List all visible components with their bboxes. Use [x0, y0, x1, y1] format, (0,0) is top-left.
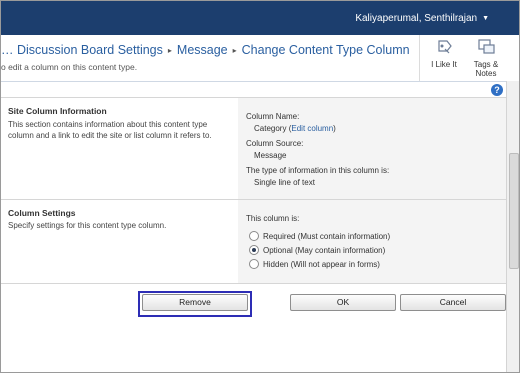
- section-description: This section contains information about …: [8, 120, 212, 140]
- page-title: Change Content Type Column: [241, 43, 410, 57]
- breadcrumb-separator-icon: ▸: [167, 46, 172, 55]
- i-like-it-label: I Like It: [431, 60, 457, 69]
- section-title: Site Column Information: [8, 106, 107, 116]
- radio-optional[interactable]: Optional (May contain information): [249, 245, 385, 255]
- breadcrumb: … Discussion Board Settings ▸ Message ▸ Chan…: [1, 43, 410, 57]
- remove-button[interactable]: Remove: [142, 294, 248, 311]
- page-subtitle: o edit a column on this content type.: [1, 62, 138, 72]
- ok-button[interactable]: OK: [290, 294, 396, 311]
- social-actions: I Like It Tags & Notes: [419, 35, 508, 81]
- help-icon[interactable]: ?: [491, 84, 503, 96]
- radio-hidden[interactable]: Hidden (Will not appear in forms): [249, 259, 380, 269]
- scrollbar-thumb[interactable]: [509, 153, 519, 269]
- user-menu[interactable]: Kaliyaperumal, Senthilrajan ▼: [355, 13, 489, 24]
- breadcrumb-message[interactable]: Message: [177, 43, 228, 57]
- page-header: … Discussion Board Settings ▸ Message ▸ Chan…: [1, 35, 519, 82]
- column-type-label: The type of information in this column i…: [246, 166, 390, 175]
- radio-button-icon[interactable]: [249, 231, 259, 241]
- paren-close: ): [333, 124, 336, 133]
- column-type-value: Single line of text: [254, 178, 315, 187]
- column-source-value: Message: [254, 151, 287, 160]
- column-settings-right: This column is: Required (Must contain i…: [238, 200, 506, 284]
- radio-label: Optional (May contain information): [263, 246, 386, 255]
- radio-button-icon[interactable]: [249, 259, 259, 269]
- site-column-info-left: Site Column Information This section con…: [1, 98, 238, 200]
- column-name-label: Column Name:: [246, 112, 300, 121]
- i-like-it-button[interactable]: I Like It: [422, 35, 466, 69]
- user-name: Kaliyaperumal, Senthilrajan: [355, 13, 478, 24]
- column-settings-section: Column Settings Specify settings for thi…: [1, 199, 506, 284]
- radio-required[interactable]: Required (Must contain information): [249, 231, 390, 241]
- column-settings-left: Column Settings Specify settings for thi…: [1, 200, 238, 284]
- tags-notes-icon: [478, 39, 495, 54]
- cancel-button[interactable]: Cancel: [400, 294, 506, 311]
- section-title: Column Settings: [8, 208, 76, 218]
- like-tag-icon: [438, 40, 452, 54]
- radio-button-selected-icon[interactable]: [249, 245, 259, 255]
- column-settings-prompt: This column is:: [246, 214, 300, 223]
- site-column-information-section: Site Column Information This section con…: [1, 97, 506, 200]
- divider: [1, 283, 506, 284]
- section-description: Specify settings for this content type c…: [8, 221, 167, 230]
- radio-label: Hidden (Will not appear in forms): [263, 260, 380, 269]
- site-column-info-right: Column Name: Category (Edit column) Colu…: [238, 98, 506, 200]
- column-source-label: Column Source:: [246, 139, 304, 148]
- vertical-scrollbar[interactable]: [506, 81, 519, 372]
- column-name-value-row: Category (Edit column): [254, 124, 336, 133]
- tags-and-notes-button[interactable]: Tags & Notes: [464, 35, 508, 78]
- tags-and-notes-label: Tags & Notes: [473, 60, 499, 78]
- radio-label: Required (Must contain information): [263, 232, 391, 241]
- column-name-value: Category: [254, 124, 287, 133]
- chevron-down-icon: ▼: [482, 15, 489, 22]
- edit-column-link[interactable]: Edit column: [291, 124, 333, 133]
- breadcrumb-separator-icon: ▸: [232, 46, 237, 55]
- top-bar: Kaliyaperumal, Senthilrajan ▼: [1, 1, 519, 35]
- breadcrumb-discussion-board-settings[interactable]: … Discussion Board Settings: [1, 43, 163, 57]
- window-frame: Kaliyaperumal, Senthilrajan ▼ … Discussio…: [0, 0, 520, 373]
